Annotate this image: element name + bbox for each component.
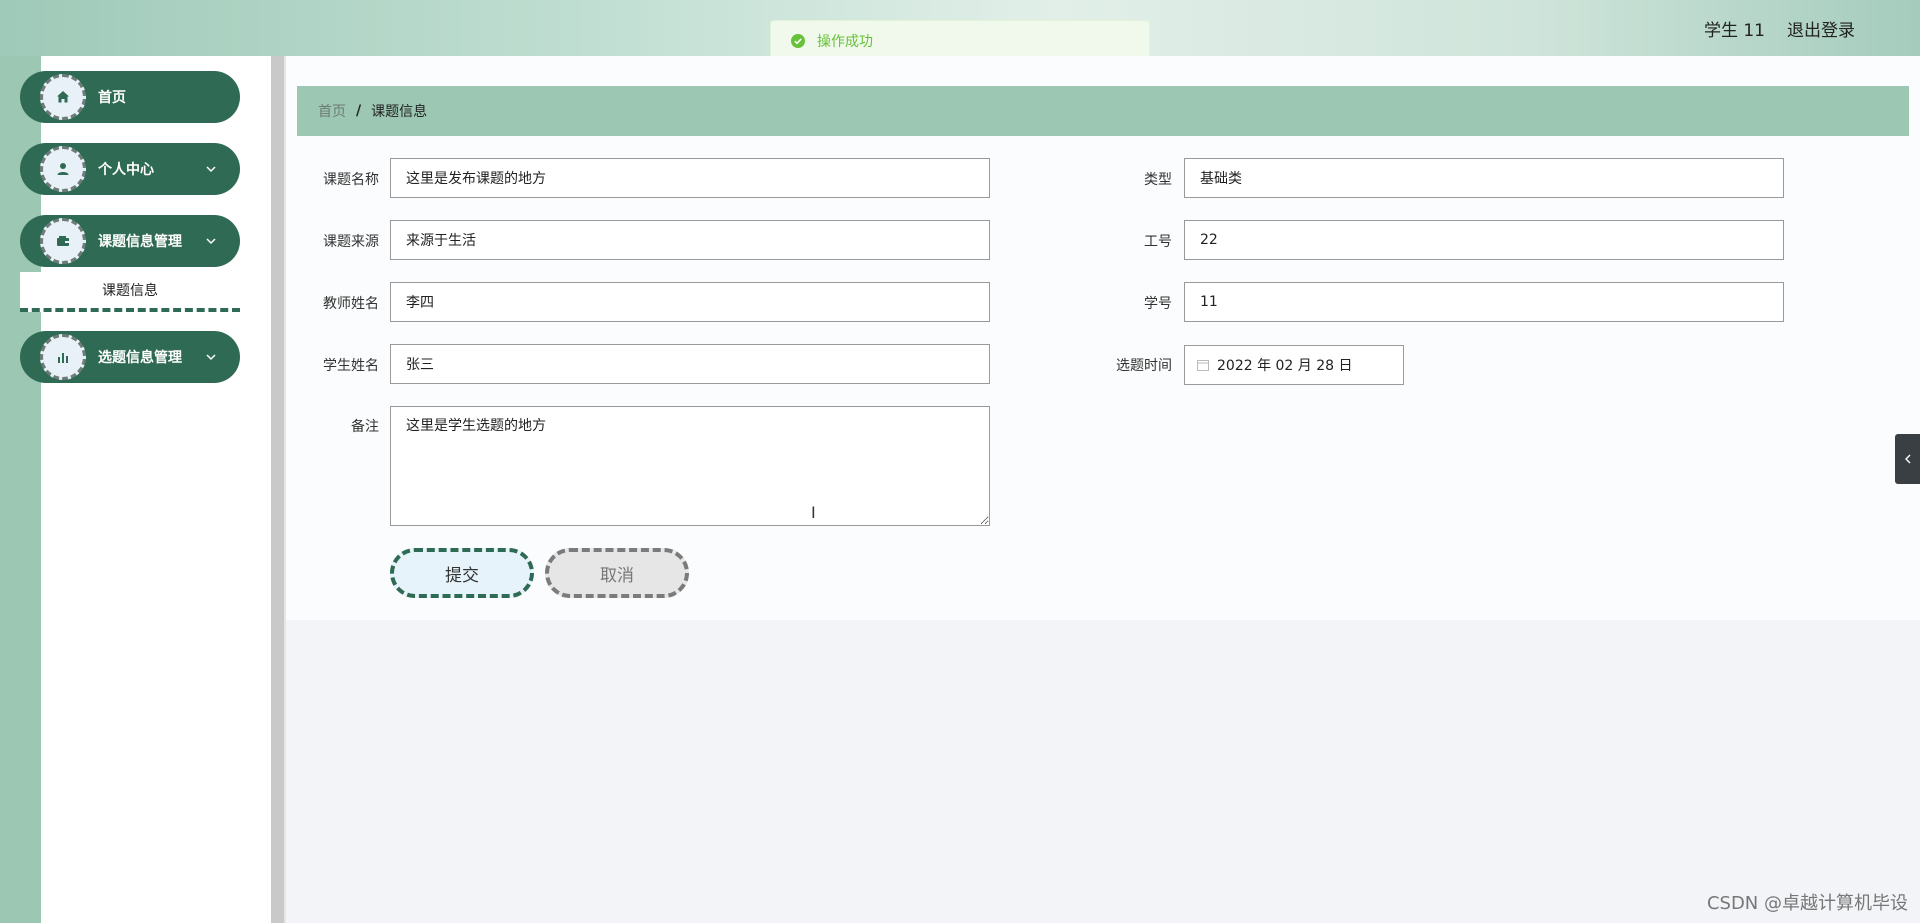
sidebar-item-label: 课题信息管理 xyxy=(98,234,182,250)
chevron-down-icon xyxy=(206,166,216,173)
student-name-label: 学生姓名 xyxy=(323,358,379,374)
logout-link[interactable]: 退出登录 xyxy=(1787,16,1855,41)
chevron-down-icon xyxy=(206,238,216,245)
header-user-area: 学生 11 退出登录 xyxy=(1704,16,1855,41)
text-cursor-icon: I xyxy=(811,503,816,522)
toast-message: 操作成功 xyxy=(817,34,873,50)
sidebar-item-selection-management[interactable]: 选题信息管理 xyxy=(20,331,240,383)
source-label: 课题来源 xyxy=(323,234,379,250)
chevron-left-icon xyxy=(1904,454,1910,464)
cancel-button[interactable]: 取消 xyxy=(545,548,689,598)
select-time-datepicker[interactable]: 2022 年 02 月 28 日 xyxy=(1184,345,1404,385)
remark-textarea[interactable]: 这里是学生选题的地方 xyxy=(390,406,990,526)
student-name-input[interactable] xyxy=(390,344,990,384)
submenu-item-topic-info[interactable]: 课题信息 xyxy=(20,272,240,312)
topic-name-input[interactable] xyxy=(390,158,990,198)
sidebar-item-label: 选题信息管理 xyxy=(98,350,182,366)
job-number-label: 工号 xyxy=(1144,234,1172,250)
check-circle-icon xyxy=(791,34,805,48)
calendar-icon xyxy=(1197,360,1209,371)
select-time-value: 2022 年 02 月 28 日 xyxy=(1217,358,1353,374)
teacher-name-label: 教师姓名 xyxy=(323,296,379,312)
breadcrumb: 首页 / 课题信息 xyxy=(297,86,1909,136)
bar-chart-icon xyxy=(58,353,68,363)
sidebar-item-personal-center[interactable]: 个人中心 xyxy=(20,143,240,195)
sidebar-item-topic-management[interactable]: 课题信息管理 xyxy=(20,215,240,267)
sidebar-item-label: 个人中心 xyxy=(98,162,154,178)
background-decoration xyxy=(286,620,1920,923)
user-icon xyxy=(57,163,69,175)
topic-name-label: 课题名称 xyxy=(323,172,379,188)
bar-chart-icon-badge xyxy=(40,334,86,380)
chevron-down-icon xyxy=(206,354,216,361)
type-input[interactable] xyxy=(1184,158,1784,198)
breadcrumb-home[interactable]: 首页 xyxy=(318,101,346,121)
home-icon-badge xyxy=(40,74,86,120)
submit-button[interactable]: 提交 xyxy=(390,548,534,598)
type-label: 类型 xyxy=(1144,172,1172,188)
job-number-input[interactable] xyxy=(1184,220,1784,260)
watermark: CSDN @卓越计算机毕设 xyxy=(1706,893,1908,914)
breadcrumb-current: 课题信息 xyxy=(371,104,428,120)
current-user: 学生 11 xyxy=(1703,21,1765,41)
wallet-icon xyxy=(57,236,69,246)
user-icon-badge xyxy=(40,146,86,192)
sidebar-item-label: 首页 xyxy=(98,90,126,106)
home-icon xyxy=(57,91,69,103)
select-time-label: 选题时间 xyxy=(1116,358,1172,374)
breadcrumb-separator: / xyxy=(356,103,362,119)
side-panel-toggle[interactable] xyxy=(1895,434,1920,484)
source-input[interactable] xyxy=(390,220,990,260)
teacher-name-input[interactable] xyxy=(390,282,990,322)
remark-label: 备注 xyxy=(351,419,379,435)
sidebar-item-home[interactable]: 首页 xyxy=(20,71,240,123)
student-number-label: 学号 xyxy=(1144,296,1172,312)
wallet-icon-badge xyxy=(40,218,86,264)
student-number-input[interactable] xyxy=(1184,282,1784,322)
